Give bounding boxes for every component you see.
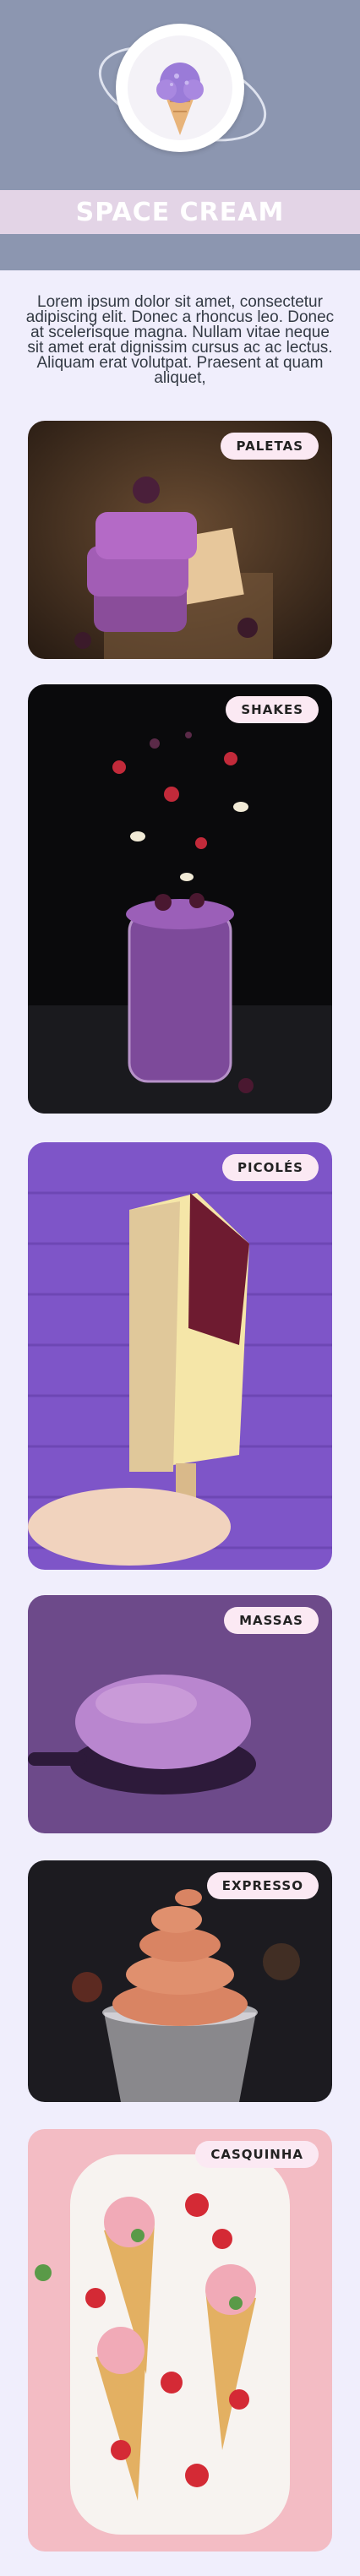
category-badge[interactable]: SHAKES (226, 696, 319, 723)
category-badge[interactable]: PALETAS (221, 433, 319, 460)
category-badge[interactable]: CASQUINHA (195, 2141, 319, 2168)
logo[interactable] (86, 24, 279, 161)
intro-text: Lorem ipsum dolor sit amet, consectetur … (25, 293, 335, 387)
product-card-casquinha[interactable]: CASQUINHA (28, 2129, 332, 2551)
category-badge[interactable]: MASSAS (224, 1607, 319, 1634)
product-card-shakes[interactable]: SHAKES (28, 684, 332, 1114)
title-bar: SPACE CREAM (0, 190, 360, 234)
product-card-picoles[interactable]: PICOLÉS (28, 1142, 332, 1570)
category-badge[interactable]: PICOLÉS (222, 1154, 319, 1181)
product-card-massas[interactable]: MASSAS (28, 1595, 332, 1833)
product-card-expresso[interactable]: EXPRESSO (28, 1860, 332, 2102)
ice-cream-planet-icon (128, 35, 232, 140)
berry-milkshake-photo (28, 684, 332, 1114)
ice-cream-cones-photo (28, 2129, 332, 2551)
logo-badge (116, 24, 244, 152)
product-card-paletas[interactable]: PALETAS (28, 421, 332, 659)
popsicle-in-hand-photo (28, 1142, 332, 1570)
category-badge[interactable]: EXPRESSO (206, 1872, 319, 1899)
brand-title: SPACE CREAM (75, 197, 285, 227)
header: SPACE CREAM (0, 0, 360, 270)
